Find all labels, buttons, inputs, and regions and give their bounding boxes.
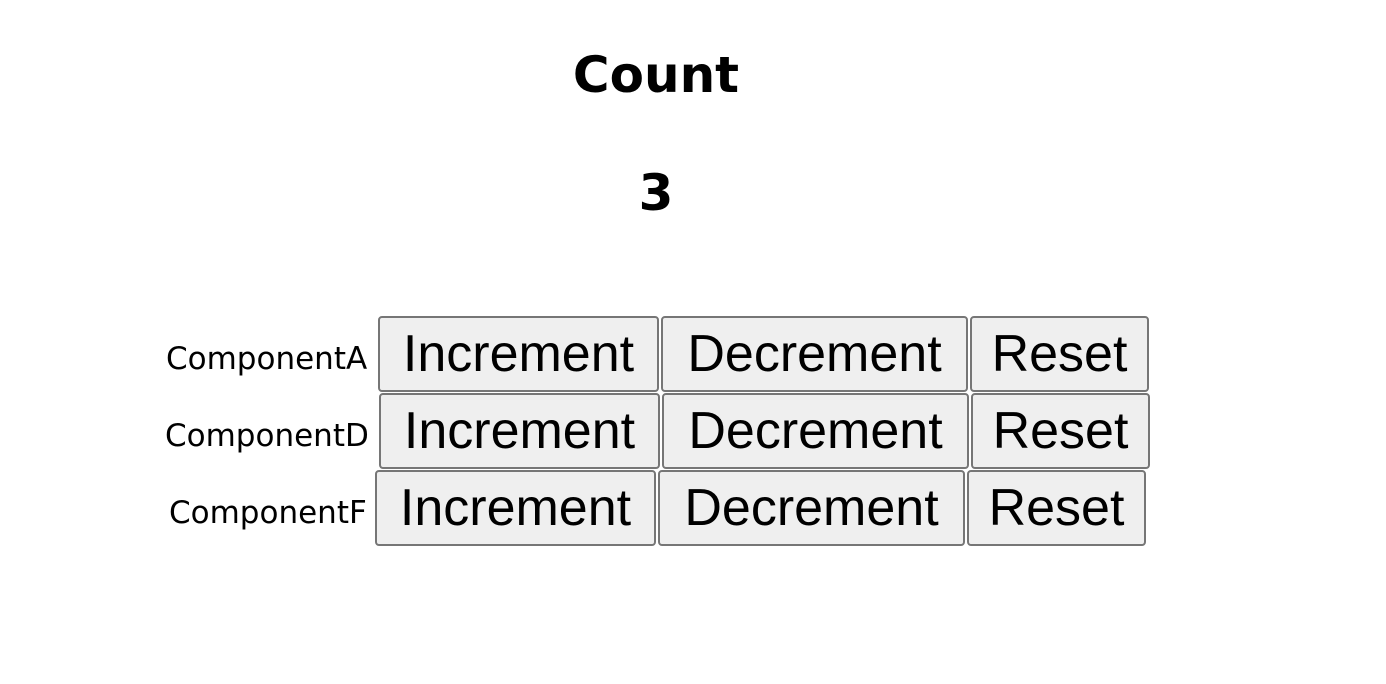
component-a-decrement-button[interactable]: Decrement <box>661 316 968 392</box>
component-d-reset-button[interactable]: Reset <box>971 393 1150 469</box>
component-f-row: ComponentF Increment Decrement Reset <box>169 470 1148 546</box>
count-value: 3 <box>638 164 674 222</box>
component-f-increment-button[interactable]: Increment <box>375 470 656 546</box>
component-f-decrement-button[interactable]: Decrement <box>658 470 965 546</box>
count-title: Count <box>572 46 740 104</box>
component-a-reset-button[interactable]: Reset <box>970 316 1149 392</box>
component-a-increment-button[interactable]: Increment <box>378 316 659 392</box>
component-a-label: ComponentA <box>166 341 368 377</box>
component-a-row: ComponentA Increment Decrement Reset <box>166 316 1151 392</box>
component-f-label: ComponentF <box>169 495 367 531</box>
component-f-reset-button[interactable]: Reset <box>967 470 1146 546</box>
component-d-increment-button[interactable]: Increment <box>379 393 660 469</box>
component-d-label: ComponentD <box>165 418 369 454</box>
component-d-decrement-button[interactable]: Decrement <box>662 393 969 469</box>
component-d-row: ComponentD Increment Decrement Reset <box>165 393 1152 469</box>
